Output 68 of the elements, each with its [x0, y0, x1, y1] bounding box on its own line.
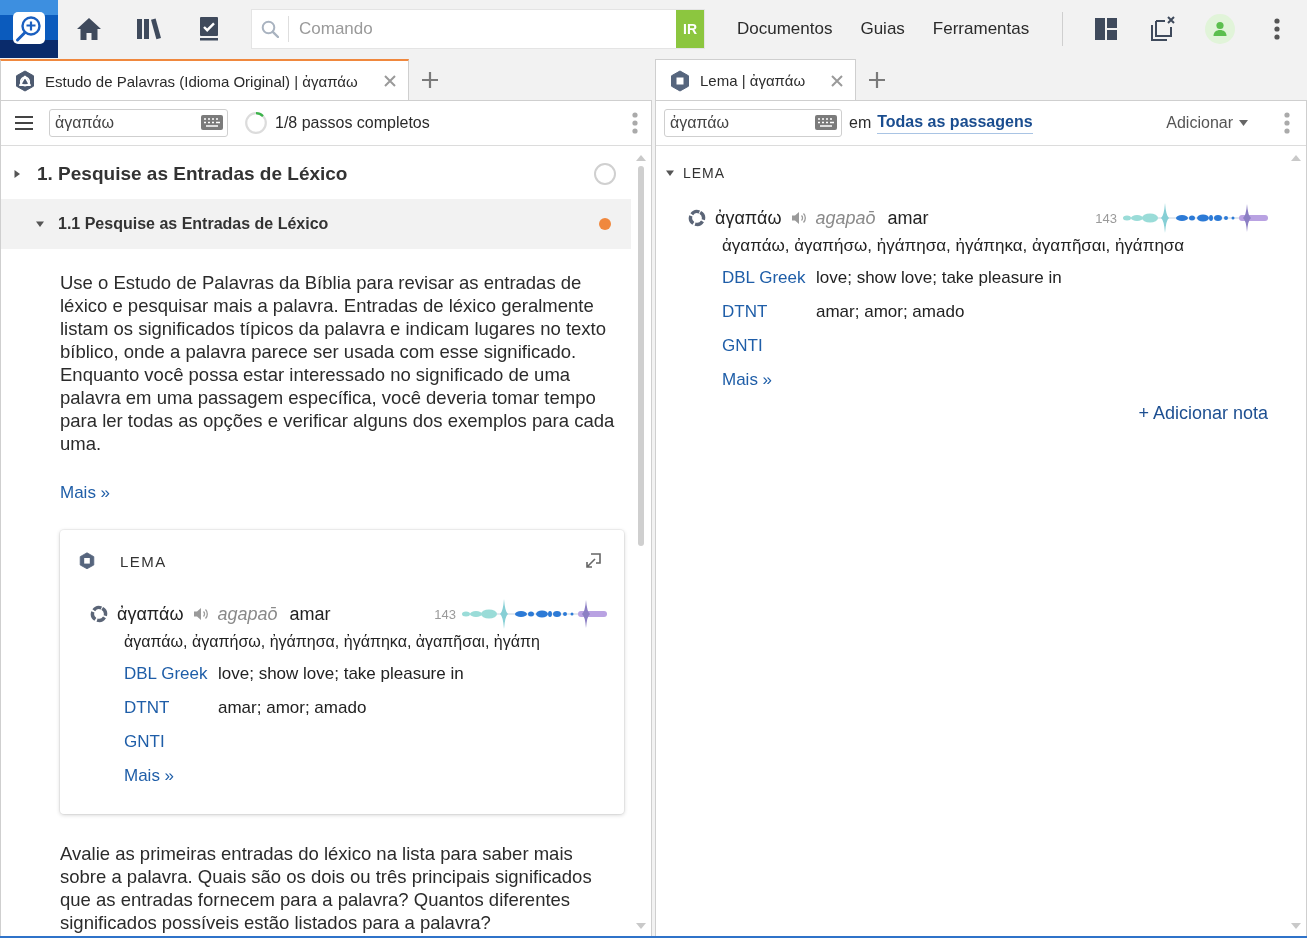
- hexagon-triangle-icon: [15, 70, 35, 92]
- close-icon[interactable]: [383, 75, 396, 87]
- scrollbar-thumb[interactable]: [638, 166, 644, 546]
- gloss-text: amar: [887, 207, 929, 229]
- section-title: LEMA: [683, 165, 726, 181]
- search-field[interactable]: ἀγαπάω: [664, 109, 842, 137]
- transliteration-text: agapaō: [815, 207, 876, 229]
- definition-text: amar; amor; amado: [218, 698, 367, 718]
- more-link[interactable]: Mais »: [60, 481, 111, 505]
- more-link[interactable]: Mais »: [722, 370, 773, 390]
- instructions-paragraph: Avalie as primeiras entradas do léxico na lista para saber mais sobre a palavra. Quais são os dois ou três principais significados que as entradas fornecem para a palavra? Quantos diferentes significados possíveis estão listados para a palavra?: [60, 842, 593, 934]
- caret-down-icon: [1239, 120, 1248, 126]
- source-link[interactable]: DBL Greek: [124, 664, 208, 684]
- definition-text: love; show love; take pleasure in: [816, 268, 1062, 288]
- home-icon[interactable]: [76, 17, 102, 41]
- segmented-ring-icon: [688, 209, 706, 227]
- menu-link[interactable]: Guias: [860, 19, 905, 39]
- close-icon[interactable]: [831, 74, 844, 87]
- tab[interactable]: Estudo de Palavras (Idioma Original) | ἀγαπάω: [0, 59, 409, 101]
- lemma-text: ἀγαπάω: [715, 207, 782, 229]
- source-link[interactable]: DBL Greek: [722, 268, 806, 288]
- add-note-link[interactable]: + Adicionar nota: [1138, 401, 1268, 425]
- menu-link[interactable]: Documentos: [737, 19, 833, 39]
- caret-down-icon[interactable]: [36, 220, 44, 228]
- keyboard-icon[interactable]: [201, 115, 223, 130]
- source-link[interactable]: GNTI: [722, 336, 763, 356]
- plus-icon[interactable]: [869, 72, 886, 88]
- source-link[interactable]: DTNT: [124, 698, 170, 718]
- menu-icon[interactable]: [14, 115, 34, 131]
- scope-link[interactable]: Todas as passagens: [877, 112, 1033, 134]
- panel-layout-icon[interactable]: [1094, 17, 1118, 41]
- menu-link[interactable]: Ferramentas: [932, 19, 1030, 39]
- gloss-text: amar: [289, 603, 331, 625]
- scope-label: em: [849, 114, 872, 132]
- search-icon: [261, 20, 279, 38]
- forms-text: ἀγαπάω, ἀγαπήσω, ἠγάπησα, ἠγάπηκα, ἀγαπῆσαι, ἠγάπη: [124, 633, 540, 651]
- caret-down-icon[interactable]: [666, 169, 674, 177]
- forms-text: ἀγαπάω, ἀγαπήσω, ἠγάπησα, ἠγάπηκα, ἀγαπῆσαι, ἠγάπησα: [722, 236, 1185, 256]
- instructions-paragraph: Use o Estudo de Palavras da Bíblia para revisar as entradas de léxico e pesquisar mais a palavra. Entradas de léxico geralmente listam os significados típicos da palavra e indicam lugares no texto bíblico, onde a palavra parece ser usada com esse significado. Enquanto você possa estar interessado no significado de uma palavra em uma passagem específica, você deveria tomar tempo para ler todas as opções e verificar alguns dos exemplos para cada uma.: [60, 271, 616, 455]
- step-row[interactable]: 1.1 Pesquise as Entradas de Léxico: [1, 199, 631, 249]
- occurrence-count: 143: [1095, 210, 1117, 226]
- progress-label: 1/8 passos completos: [275, 114, 430, 132]
- occurrence-count: 143: [434, 606, 456, 622]
- card-title: LEMA: [120, 552, 167, 570]
- plus-icon[interactable]: [421, 72, 438, 88]
- checklist-book-icon[interactable]: [199, 17, 219, 41]
- close-windows-icon[interactable]: [1150, 16, 1176, 42]
- speaker-icon[interactable]: [791, 211, 808, 225]
- step-title: 1.1 Pesquise as Entradas de Léxico: [58, 215, 329, 233]
- keyboard-icon[interactable]: [815, 115, 837, 130]
- tab[interactable]: Lema | ἀγαπάω: [655, 59, 857, 101]
- transliteration-text: agapaō: [217, 603, 278, 625]
- speaker-icon[interactable]: [193, 607, 210, 621]
- segmented-ring-icon: [90, 605, 108, 623]
- search-field[interactable]: ἀγαπάω: [49, 109, 228, 137]
- books-icon[interactable]: [136, 18, 162, 40]
- source-link[interactable]: DTNT: [722, 302, 768, 322]
- logo-icon[interactable]: [0, 0, 58, 58]
- source-link[interactable]: GNTI: [124, 732, 165, 752]
- more-link[interactable]: Mais »: [124, 766, 175, 786]
- add-menu-button[interactable]: Adicionar: [1166, 114, 1248, 132]
- step-title: 1. Pesquise as Entradas de Léxico: [37, 163, 348, 185]
- definition-text: love; show love; take pleasure in: [218, 664, 464, 684]
- kebab-menu-icon[interactable]: [1274, 18, 1280, 40]
- lemma-text: ἀγαπάω: [117, 603, 184, 625]
- caret-right-icon[interactable]: [13, 170, 21, 178]
- expand-icon[interactable]: [584, 552, 602, 570]
- definition-text: amar; amor; amado: [816, 302, 965, 322]
